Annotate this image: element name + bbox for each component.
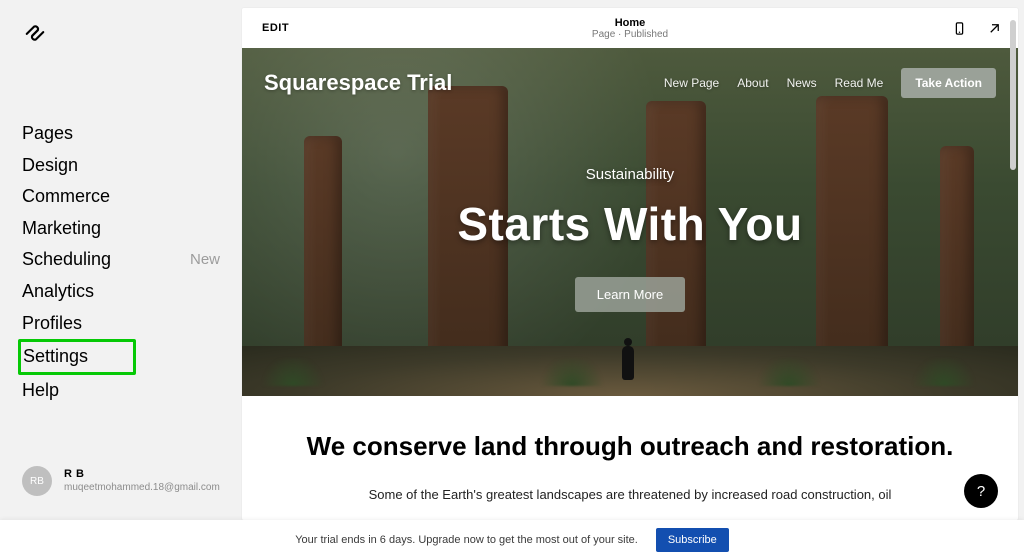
site-brand[interactable]: Squarespace Trial — [264, 70, 452, 96]
body-headline: We conserve land through outreach and re… — [298, 430, 962, 463]
nav-badge-new: New — [190, 251, 220, 269]
nav-design[interactable]: Design — [22, 150, 220, 182]
nav-label: Help — [22, 380, 59, 402]
user-name: R B — [64, 468, 220, 482]
user-card[interactable]: RB R B muqeetmohammed.18@gmail.com — [22, 462, 220, 500]
nav-label: Pages — [22, 123, 73, 145]
nav-label: Settings — [23, 346, 88, 368]
nav-label: Scheduling — [22, 249, 111, 271]
nav-help[interactable]: Help — [22, 375, 220, 407]
site-header: Squarespace Trial New Page About News Re… — [242, 68, 1018, 98]
nav-analytics[interactable]: Analytics — [22, 276, 220, 308]
body-paragraph: Some of the Earth's greatest landscapes … — [298, 487, 962, 502]
hero-eyebrow: Sustainability — [242, 166, 1018, 183]
edit-button[interactable]: EDIT — [262, 22, 289, 34]
site-nav-readme[interactable]: Read Me — [835, 76, 884, 90]
nav-pages[interactable]: Pages — [22, 118, 220, 150]
subscribe-button[interactable]: Subscribe — [656, 528, 729, 552]
nav-profiles[interactable]: Profiles — [22, 308, 220, 340]
squarespace-logo-icon[interactable] — [24, 22, 46, 44]
sidebar: Pages Design Commerce Marketing Scheduli… — [0, 0, 242, 560]
nav-label: Commerce — [22, 186, 110, 208]
main-nav: Pages Design Commerce Marketing Scheduli… — [0, 20, 242, 406]
nav-scheduling[interactable]: Scheduling New — [22, 244, 220, 276]
take-action-button[interactable]: Take Action — [901, 68, 996, 98]
nav-label: Profiles — [22, 313, 82, 335]
page-status: Page · Published — [592, 29, 668, 40]
site-nav-about[interactable]: About — [737, 76, 768, 90]
nav-label: Analytics — [22, 281, 94, 303]
mobile-preview-icon[interactable] — [952, 21, 967, 36]
user-email: muqeetmohammed.18@gmail.com — [64, 482, 220, 495]
nav-marketing[interactable]: Marketing — [22, 213, 220, 245]
learn-more-button[interactable]: Learn More — [575, 277, 685, 312]
avatar: RB — [22, 466, 52, 496]
nav-label: Design — [22, 155, 78, 177]
open-external-icon[interactable] — [987, 21, 1002, 36]
body-section: We conserve land through outreach and re… — [242, 396, 1018, 520]
preview-topbar: EDIT Home Page · Published — [242, 8, 1018, 48]
help-fab[interactable]: ? — [964, 474, 998, 508]
preview-canvas: EDIT Home Page · Published — [242, 8, 1018, 520]
site-nav-newpage[interactable]: New Page — [664, 76, 719, 90]
site-nav-news[interactable]: News — [787, 76, 817, 90]
hero-copy: Sustainability Starts With You Learn Mor… — [242, 166, 1018, 312]
hero-headline: Starts With You — [242, 197, 1018, 251]
nav-settings[interactable]: Settings — [18, 339, 136, 375]
scrollbar[interactable] — [1010, 20, 1016, 170]
canvas-wrap: EDIT Home Page · Published — [242, 0, 1024, 560]
nav-label: Marketing — [22, 218, 101, 240]
site-nav: New Page About News Read Me Take Action — [664, 68, 996, 98]
page-meta: Home Page · Published — [592, 17, 668, 40]
page-title: Home — [592, 17, 668, 29]
trial-bar: Your trial ends in 6 days. Upgrade now t… — [0, 520, 1024, 560]
nav-commerce[interactable]: Commerce — [22, 181, 220, 213]
user-meta: R B muqeetmohammed.18@gmail.com — [64, 468, 220, 494]
trial-text: Your trial ends in 6 days. Upgrade now t… — [295, 534, 638, 546]
site-hero: Squarespace Trial New Page About News Re… — [242, 48, 1018, 396]
